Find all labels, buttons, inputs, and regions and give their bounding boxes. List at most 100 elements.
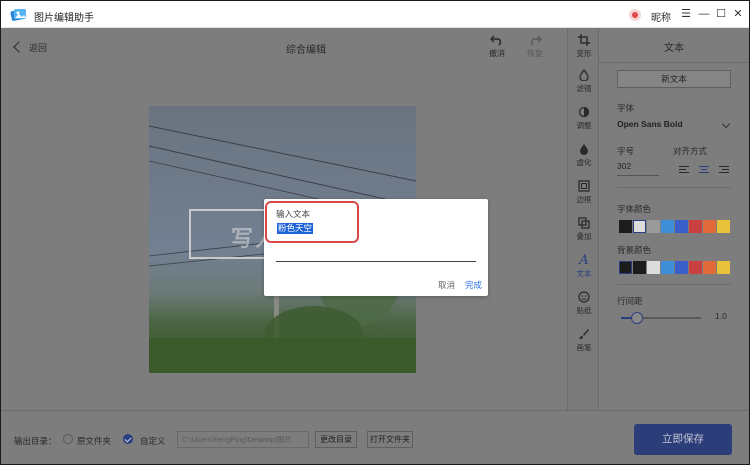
- font-color-swatch[interactable]: [661, 220, 674, 233]
- size-input[interactable]: 302: [617, 161, 659, 176]
- adjust-icon: [578, 106, 590, 118]
- redo-icon: [530, 35, 542, 46]
- text-icon: A: [579, 253, 589, 268]
- app-title: 图片编辑助手: [34, 13, 94, 24]
- align-label: 对齐方式: [673, 146, 708, 156]
- slider-handle[interactable]: [631, 312, 643, 324]
- undo-button[interactable]: 撤消: [484, 34, 510, 59]
- redo-label: 恢复: [527, 49, 543, 58]
- menu-icon[interactable]: ☰: [679, 7, 693, 21]
- back-button[interactable]: 返回: [13, 41, 48, 54]
- font-color-label: 字体颜色: [617, 204, 652, 214]
- size-label: 字号: [617, 146, 635, 156]
- tool-transform[interactable]: 变形: [568, 34, 600, 59]
- tool-label: 调整: [576, 121, 592, 130]
- bg-color-swatch[interactable]: [661, 261, 674, 274]
- redo-button[interactable]: 恢复: [522, 34, 548, 59]
- undo-label: 撤消: [489, 49, 505, 58]
- align-right-icon[interactable]: [719, 166, 729, 174]
- tool-label: 文本: [576, 269, 592, 278]
- font-color-swatch[interactable]: [647, 220, 660, 233]
- bg-color-swatch[interactable]: [647, 261, 660, 274]
- text-panel: 文本 新文本 字体 Open Sans Bold 字号 对齐方式 302 字体颜…: [599, 28, 749, 410]
- filter-icon: [579, 69, 589, 81]
- dialog-ok-button[interactable]: 完成: [465, 279, 482, 291]
- tool-column: 变形 滤镜 调整 虚化 边框 叠加 A 文本 贴纸 画笔: [567, 28, 599, 410]
- title-bar: 图片编辑助手 昵称 ☰ — ☐ ✕: [1, 1, 749, 28]
- divider: [617, 284, 731, 285]
- new-text-button[interactable]: 新文本: [617, 70, 731, 88]
- blur-icon: [580, 144, 588, 155]
- open-folder-button[interactable]: 打开文件夹: [367, 431, 413, 448]
- dialog-cancel-button[interactable]: 取消: [438, 279, 455, 291]
- tool-blur[interactable]: 虚化: [568, 143, 600, 168]
- app-window: 图片编辑助手 昵称 ☰ — ☐ ✕ 返回 综合编辑 撤消 恢复 写人 变形 滤镜…: [0, 0, 750, 465]
- back-arrow-icon: [13, 41, 25, 53]
- custom-label: 自定义: [140, 436, 166, 446]
- font-color-swatches: [617, 220, 731, 233]
- tool-brush[interactable]: 画笔: [568, 328, 600, 353]
- tool-border[interactable]: 边框: [568, 180, 600, 205]
- tool-label: 边框: [576, 195, 592, 204]
- panel-title: 文本: [664, 43, 684, 54]
- nickname[interactable]: 昵称: [651, 9, 671, 24]
- font-color-swatch[interactable]: [675, 220, 688, 233]
- source-folder-radio[interactable]: [63, 434, 73, 444]
- font-select[interactable]: Open Sans Bold: [617, 119, 731, 135]
- output-path-input[interactable]: C:\Users\FengPing\Desktop\图片: [177, 431, 309, 448]
- tool-label: 虚化: [576, 158, 592, 167]
- sticker-icon: [578, 291, 590, 303]
- dialog-input-underline: [276, 261, 476, 262]
- tool-sticker[interactable]: 贴纸: [568, 291, 600, 316]
- brush-icon: [579, 329, 589, 339]
- font-value: Open Sans Bold: [617, 119, 683, 129]
- tool-adjust[interactable]: 调整: [568, 106, 600, 131]
- spacing-label: 行间距: [617, 296, 643, 306]
- divider: [617, 187, 731, 188]
- bg-color-swatch[interactable]: [703, 261, 716, 274]
- custom-radio[interactable]: [123, 434, 133, 444]
- minimize-icon[interactable]: —: [697, 7, 711, 21]
- avatar[interactable]: [629, 9, 641, 21]
- bg-color-swatch[interactable]: [633, 261, 646, 274]
- change-dir-button[interactable]: 更改目录: [315, 431, 357, 448]
- annotation-highlight-box: [265, 201, 359, 243]
- chevron-down-icon: [721, 119, 731, 129]
- source-folder-label: 原文件夹: [77, 436, 112, 446]
- bg-color-swatch[interactable]: [689, 261, 702, 274]
- top-toolbar: 返回 综合编辑 撤消 恢复: [1, 28, 567, 67]
- app-logo-icon: [10, 9, 26, 21]
- page-title: 综合编辑: [286, 45, 326, 56]
- overlay-icon: [578, 217, 590, 229]
- tool-label: 画笔: [576, 343, 592, 352]
- output-dir-label: 输出目录：: [14, 436, 57, 446]
- tool-text[interactable]: A 文本: [568, 254, 600, 279]
- font-color-swatch[interactable]: [717, 220, 730, 233]
- bg-color-swatch[interactable]: [717, 261, 730, 274]
- font-color-swatch[interactable]: [703, 220, 716, 233]
- font-color-swatch[interactable]: [633, 220, 646, 233]
- tool-label: 贴纸: [576, 306, 592, 315]
- spacing-value: 1.0: [715, 311, 727, 321]
- tool-label: 变形: [576, 49, 592, 58]
- bg-color-label: 背景颜色: [617, 245, 652, 255]
- save-now-button[interactable]: 立即保存: [634, 424, 732, 455]
- spacing-slider[interactable]: [621, 312, 701, 324]
- bg-color-swatch[interactable]: [619, 261, 632, 274]
- tool-label: 滤镜: [576, 84, 592, 93]
- font-color-swatch[interactable]: [689, 220, 702, 233]
- bg-color-swatches: [617, 261, 731, 274]
- align-left-icon[interactable]: [679, 166, 689, 174]
- maximize-icon[interactable]: ☐: [714, 7, 728, 21]
- undo-icon: [490, 35, 502, 46]
- font-color-swatch[interactable]: [619, 220, 632, 233]
- tool-overlay[interactable]: 叠加: [568, 217, 600, 242]
- close-icon[interactable]: ✕: [731, 7, 745, 21]
- align-center-icon[interactable]: [699, 166, 709, 174]
- bg-color-swatch[interactable]: [675, 261, 688, 274]
- crop-icon: [578, 34, 590, 46]
- back-label: 返回: [29, 43, 48, 53]
- font-label: 字体: [617, 103, 635, 113]
- divider: [599, 62, 749, 63]
- tool-filter[interactable]: 滤镜: [568, 69, 600, 94]
